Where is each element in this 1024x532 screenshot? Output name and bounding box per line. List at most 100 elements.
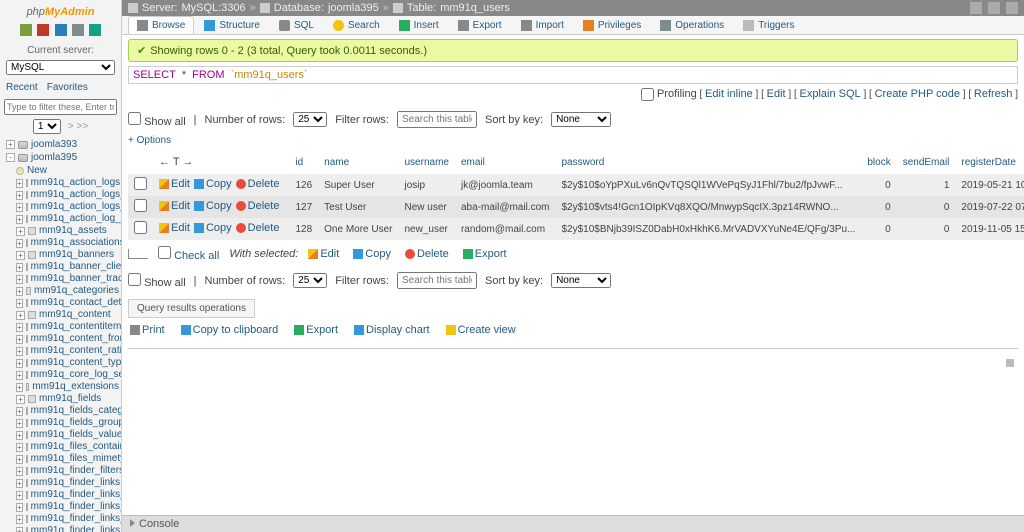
recent-link[interactable]: Recent bbox=[6, 82, 38, 93]
table-link[interactable]: mm91q_associations bbox=[31, 237, 121, 249]
table-link[interactable]: mm91q_fields_groups bbox=[31, 417, 121, 429]
expand-icon[interactable]: + bbox=[16, 479, 23, 488]
tab-insert[interactable]: Insert bbox=[390, 16, 448, 34]
table-link[interactable]: mm91q_contentitem_tag_m bbox=[31, 321, 121, 333]
console-bar[interactable]: Console bbox=[122, 515, 1024, 532]
expand-icon[interactable]: + bbox=[16, 467, 23, 476]
sel-delete-button[interactable]: Delete bbox=[405, 248, 449, 260]
table-link[interactable]: mm91q_action_log_config bbox=[31, 213, 121, 225]
row-copy-button[interactable]: Copy bbox=[194, 178, 232, 190]
expand-icon[interactable]: + bbox=[6, 140, 15, 149]
expand-icon[interactable]: + bbox=[16, 431, 23, 440]
table-link[interactable]: mm91q_finder_links_terms bbox=[31, 501, 121, 513]
table-link[interactable]: mm91q_fields_values bbox=[31, 429, 121, 441]
table-link[interactable]: mm91q_extensions bbox=[32, 381, 119, 393]
row-edit-button[interactable]: Edit bbox=[159, 200, 190, 212]
explain-link[interactable]: Explain SQL bbox=[800, 88, 861, 100]
tab-import[interactable]: Import bbox=[512, 16, 573, 34]
table-link[interactable]: mm91q_finder_filters bbox=[31, 465, 121, 477]
expand-icon[interactable]: + bbox=[16, 203, 23, 212]
options-toggle[interactable]: + Options bbox=[128, 135, 171, 146]
table-link[interactable]: mm91q_finder_links_terms bbox=[31, 525, 121, 532]
logo[interactable]: phpMyAdmin bbox=[0, 0, 121, 22]
edit-inline-link[interactable]: Edit inline bbox=[705, 88, 753, 100]
expand-icon[interactable]: + bbox=[16, 239, 23, 248]
numrows-select-bot[interactable]: 25 bbox=[293, 273, 327, 288]
tab-privileges[interactable]: Privileges bbox=[574, 16, 650, 34]
table-link[interactable]: mm91q_finder_links_terms bbox=[31, 489, 121, 501]
expand-icon[interactable]: + bbox=[16, 227, 25, 236]
bc-database[interactable]: joomla395 bbox=[328, 2, 379, 14]
row-checkbox[interactable] bbox=[134, 221, 147, 234]
expand-icon[interactable]: + bbox=[16, 527, 23, 532]
col-username[interactable]: username bbox=[405, 157, 449, 168]
home-icon[interactable] bbox=[20, 24, 32, 36]
settings-icon[interactable] bbox=[72, 24, 84, 36]
reload-icon[interactable] bbox=[89, 24, 101, 36]
tab-triggers[interactable]: Triggers bbox=[734, 16, 803, 34]
table-link[interactable]: mm91q_fields bbox=[39, 393, 101, 405]
db-link[interactable]: joomla393 bbox=[31, 139, 77, 150]
sort-select-bot[interactable]: None bbox=[551, 273, 611, 288]
win-settings-icon[interactable] bbox=[988, 2, 1000, 14]
expand-icon[interactable]: + bbox=[16, 323, 23, 332]
row-checkbox[interactable] bbox=[134, 177, 147, 190]
edit-link[interactable]: Edit bbox=[767, 88, 786, 100]
new-table-link[interactable]: New bbox=[27, 165, 47, 176]
table-link[interactable]: mm91q_content_types bbox=[31, 357, 121, 369]
expand-icon[interactable]: + bbox=[16, 419, 23, 428]
table-link[interactable]: mm91q_files_mimetypes bbox=[31, 453, 121, 465]
sel-export-button[interactable]: Export bbox=[463, 248, 507, 260]
table-link[interactable]: mm91q_fields_categories bbox=[31, 405, 121, 417]
sel-copy-button[interactable]: Copy bbox=[353, 248, 391, 260]
export-button[interactable]: Export bbox=[294, 324, 338, 336]
expand-icon[interactable]: + bbox=[16, 299, 23, 308]
tab-search[interactable]: Search bbox=[324, 16, 389, 34]
numrows-select-top[interactable]: 25 bbox=[293, 112, 327, 127]
expand-icon[interactable]: + bbox=[16, 287, 23, 296]
expand-icon[interactable]: + bbox=[16, 347, 23, 356]
tab-structure[interactable]: Structure bbox=[195, 16, 269, 34]
win-hide-icon[interactable] bbox=[970, 2, 982, 14]
sel-edit-button[interactable]: Edit bbox=[308, 248, 339, 260]
table-link[interactable]: mm91q_action_logs_users bbox=[31, 201, 121, 213]
db-link[interactable]: joomla395 bbox=[31, 152, 77, 163]
table-link[interactable]: mm91q_banners bbox=[39, 249, 114, 261]
bc-server[interactable]: MySQL:3306 bbox=[181, 2, 245, 14]
table-link[interactable]: mm91q_files_containers bbox=[31, 441, 121, 453]
showall-checkbox-top[interactable] bbox=[128, 112, 141, 125]
expand-icon[interactable]: + bbox=[16, 251, 25, 260]
table-link[interactable]: mm91q_finder_links bbox=[31, 477, 121, 489]
win-nav-icon[interactable] bbox=[1006, 2, 1018, 14]
tab-sql[interactable]: SQL bbox=[270, 16, 323, 34]
col-sendEmail[interactable]: sendEmail bbox=[903, 157, 950, 168]
favorites-link[interactable]: Favorites bbox=[47, 82, 88, 93]
col-email[interactable]: email bbox=[461, 157, 485, 168]
col-password[interactable]: password bbox=[561, 157, 604, 168]
view-button[interactable]: Create view bbox=[446, 324, 516, 336]
expand-icon[interactable]: + bbox=[16, 359, 23, 368]
tree-filter-input[interactable] bbox=[4, 99, 117, 115]
expand-icon[interactable]: + bbox=[16, 407, 23, 416]
col-registerDate[interactable]: registerDate bbox=[961, 157, 1015, 168]
server-select[interactable]: MySQL bbox=[6, 60, 115, 75]
tab-export[interactable]: Export bbox=[449, 16, 511, 34]
expand-icon[interactable]: + bbox=[16, 191, 23, 200]
row-edit-button[interactable]: Edit bbox=[159, 222, 190, 234]
table-link[interactable]: mm91q_banner_tracks bbox=[31, 273, 121, 285]
row-copy-button[interactable]: Copy bbox=[194, 222, 232, 234]
showall-checkbox-bot[interactable] bbox=[128, 273, 141, 286]
bc-table[interactable]: mm91q_users bbox=[440, 2, 510, 14]
table-link[interactable]: mm91q_contact_details bbox=[31, 297, 121, 309]
table-link[interactable]: mm91q_action_logs_exten bbox=[31, 189, 121, 201]
expand-icon[interactable]: + bbox=[16, 455, 23, 464]
table-link[interactable]: mm91q_action_logs bbox=[31, 177, 121, 189]
expand-icon[interactable]: + bbox=[16, 263, 23, 272]
col-id[interactable]: id bbox=[295, 157, 303, 168]
checkall-checkbox[interactable] bbox=[158, 246, 171, 259]
refresh-link[interactable]: Refresh bbox=[974, 88, 1013, 100]
row-delete-button[interactable]: Delete bbox=[236, 222, 280, 234]
chart-button[interactable]: Display chart bbox=[354, 324, 430, 336]
col-name[interactable]: name bbox=[324, 157, 349, 168]
row-delete-button[interactable]: Delete bbox=[236, 200, 280, 212]
